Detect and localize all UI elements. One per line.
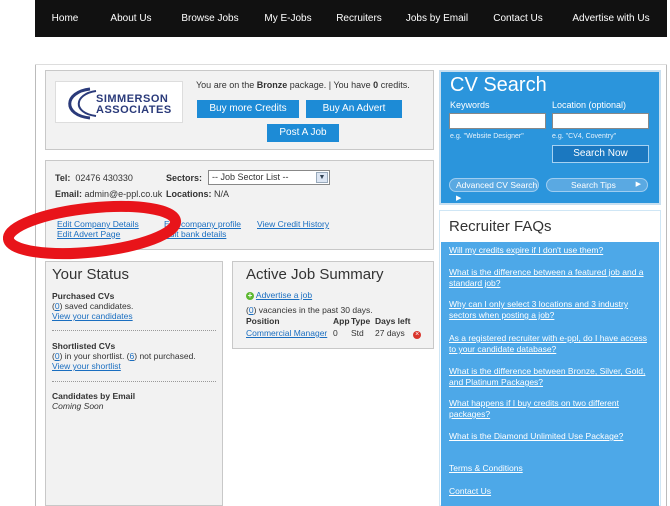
keywords-label: Keywords bbox=[450, 100, 490, 110]
plus-icon: + bbox=[246, 291, 254, 300]
tel-value: 02476 430330 bbox=[75, 173, 133, 183]
purchased-count-link[interactable]: 0 bbox=[55, 301, 60, 311]
faq-link[interactable]: Will my credits expire if I don't use th… bbox=[449, 245, 655, 256]
buy-credits-button[interactable]: Buy more Credits bbox=[197, 100, 299, 118]
candidates-email-title: Candidates by Email bbox=[52, 391, 136, 401]
advertise-job-row: + Advertise a job bbox=[246, 290, 312, 300]
company-logo: SIMMERSON ASSOCIATES bbox=[55, 81, 183, 123]
job-position-link[interactable]: Commercial Manager bbox=[246, 328, 333, 338]
sectors-label: Sectors: bbox=[166, 173, 203, 183]
contact-us-link[interactable]: Contact Us bbox=[449, 486, 655, 497]
terms-conditions-link[interactable]: Terms & Conditions bbox=[449, 463, 655, 474]
shortlisted-cvs-title: Shortlisted CVs bbox=[52, 341, 116, 351]
divider bbox=[52, 330, 216, 331]
location-label: Location (optional) bbox=[552, 100, 627, 110]
table-row: Commercial Manager 0 Std 27 days × bbox=[246, 328, 422, 339]
nav-contact-us[interactable]: Contact Us bbox=[479, 13, 557, 24]
view-credit-history-link[interactable]: View Credit History bbox=[257, 219, 329, 229]
search-now-button[interactable]: Search Now bbox=[552, 145, 649, 163]
faq-link[interactable]: Why can I only select 3 locations and 3 … bbox=[449, 299, 655, 321]
view-shortlist-link[interactable]: View your shortlist bbox=[52, 361, 121, 371]
post-job-button[interactable]: Post A Job bbox=[267, 124, 339, 142]
chevron-down-icon: ▼ bbox=[316, 172, 328, 183]
buy-advert-button[interactable]: Buy An Advert bbox=[306, 100, 402, 118]
sub-bar bbox=[35, 37, 667, 65]
location-hint: e.g. "CV4, Coventry" bbox=[552, 133, 617, 140]
arrow-right-icon: ▶ bbox=[456, 195, 462, 202]
delete-icon[interactable]: × bbox=[413, 331, 422, 339]
shortlist-text: (0) in your shortlist. (6) not purchased… bbox=[52, 351, 196, 361]
package-name: Bronze bbox=[256, 80, 288, 90]
shortlist-count-link[interactable]: 0 bbox=[55, 351, 60, 361]
advanced-search-button[interactable]: Advanced CV Search ▶ bbox=[449, 178, 539, 202]
not-purchased-count-link[interactable]: 6 bbox=[130, 351, 135, 361]
top-nav: Home About Us Browse Jobs My E-Jobs Recr… bbox=[35, 0, 667, 37]
cv-search-title: CV Search bbox=[450, 74, 547, 96]
package-info: You are on the Bronze package. | You hav… bbox=[196, 80, 410, 90]
locations-value: N/A bbox=[214, 189, 230, 199]
annotation-ellipse bbox=[3, 200, 182, 260]
faq-link[interactable]: What happens if I buy credits on two dif… bbox=[449, 398, 655, 420]
faq-link[interactable]: As a registered recruiter with e-ppl, do… bbox=[449, 333, 655, 355]
coming-soon-text: Coming Soon bbox=[52, 401, 104, 411]
job-summary-title: Active Job Summary bbox=[246, 266, 384, 283]
nav-browse-jobs[interactable]: Browse Jobs bbox=[167, 13, 253, 24]
sector-select[interactable]: -- Job Sector List -- ▼ bbox=[208, 170, 330, 185]
view-candidates-link[interactable]: View your candidates bbox=[52, 311, 133, 321]
divider bbox=[52, 381, 216, 382]
nav-jobs-by-email[interactable]: Jobs by Email bbox=[395, 13, 479, 24]
purchased-cvs-text: (0) saved candidates. bbox=[52, 301, 134, 311]
location-input[interactable] bbox=[552, 113, 649, 129]
nav-about-us[interactable]: About Us bbox=[95, 13, 167, 24]
purchased-cvs-title: Purchased CVs bbox=[52, 291, 115, 301]
advertise-job-link[interactable]: Advertise a job bbox=[256, 290, 312, 300]
nav-home[interactable]: Home bbox=[35, 13, 95, 24]
keywords-hint: e.g. "Website Designer" bbox=[450, 133, 524, 140]
nav-advertise-with-us[interactable]: Advertise with Us bbox=[557, 13, 665, 24]
nav-my-e-jobs[interactable]: My E-Jobs bbox=[253, 13, 323, 24]
faq-link[interactable]: What is the difference between a feature… bbox=[449, 267, 655, 289]
faq-link[interactable]: What is the Diamond Unlimited Use Packag… bbox=[449, 431, 655, 442]
arrow-right-icon: ▶ bbox=[635, 181, 641, 188]
status-title: Your Status bbox=[52, 266, 129, 283]
tel-row: Tel: 02476 430330 bbox=[55, 173, 133, 183]
search-tips-button[interactable]: Search Tips ▶ bbox=[546, 178, 648, 192]
nav-recruiters[interactable]: Recruiters bbox=[323, 13, 395, 24]
job-table-header: Position AppType Days left bbox=[246, 316, 411, 326]
keywords-input[interactable] bbox=[449, 113, 546, 129]
faq-title: Recruiter FAQs bbox=[449, 218, 552, 235]
logo-line2: ASSOCIATES bbox=[96, 104, 172, 116]
vacancy-count-link[interactable]: 0 bbox=[249, 305, 254, 315]
vacancies-text: (0) vacancies in the past 30 days. bbox=[246, 305, 373, 315]
faq-link[interactable]: What is the difference between Bronze, S… bbox=[449, 366, 655, 388]
